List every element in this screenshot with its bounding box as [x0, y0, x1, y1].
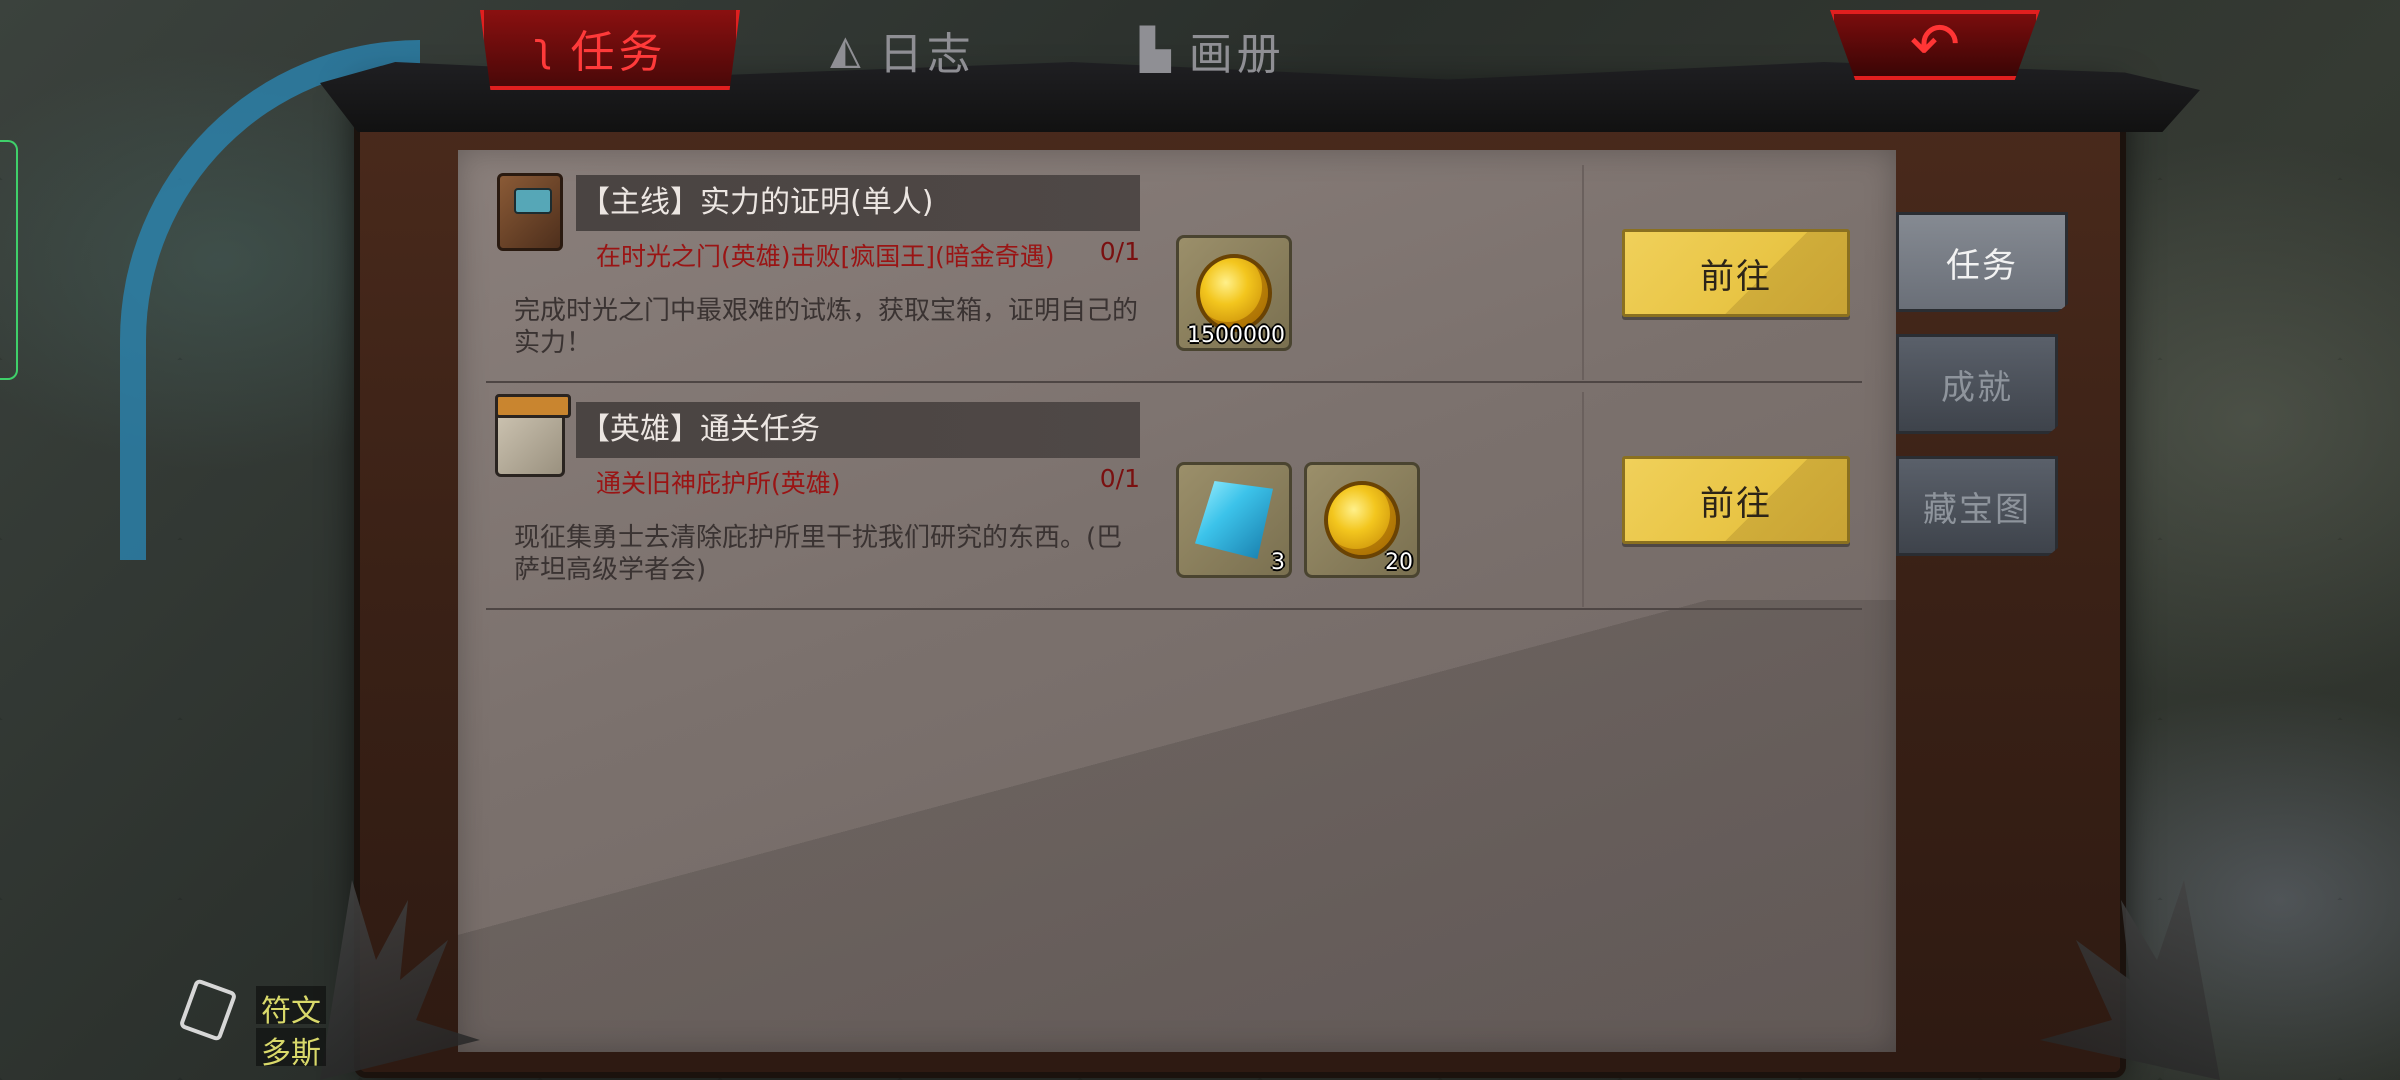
- quest-goal-text: 在时光之门(英雄)击败[疯国王](暗金奇遇): [596, 242, 1055, 271]
- tab-quests[interactable]: ʅ 任务: [480, 10, 740, 90]
- reward-list: 1500000: [1176, 235, 1292, 351]
- rune-label: 符文: [256, 986, 326, 1029]
- rune-widget[interactable]: 符文 多斯: [178, 978, 326, 1074]
- quest-row: 【主线】实力的证明(单人) 在时光之门(英雄)击败[疯国王](暗金奇遇) 0/1…: [486, 165, 1862, 383]
- reward-gold-coin[interactable]: 20: [1304, 462, 1420, 578]
- quest-goal: 在时光之门(英雄)击败[疯国王](暗金奇遇) 0/1: [596, 237, 1140, 273]
- row-divider: [486, 381, 1862, 383]
- reward-list: 3 20: [1176, 462, 1420, 578]
- book-icon: [488, 167, 572, 257]
- reward-blue-gem[interactable]: 3: [1176, 462, 1292, 578]
- blue-gem-icon: [1195, 481, 1273, 559]
- reward-gold-coin[interactable]: 1500000: [1176, 235, 1292, 351]
- rune-icon: [178, 978, 238, 1042]
- quest-progress: 0/1: [1099, 237, 1140, 266]
- album-icon: ▙: [1140, 27, 1175, 73]
- side-tab-treasure-map[interactable]: 藏宝图: [1896, 456, 2058, 556]
- quest-row: 【英雄】通关任务 通关旧神庇护所(英雄) 0/1 现征集勇士去清除庇护所里干扰我…: [486, 392, 1862, 610]
- back-button[interactable]: ↶: [1830, 10, 2040, 80]
- left-edge-glow: [0, 140, 18, 380]
- side-tab-achievements[interactable]: 成就: [1896, 334, 2058, 434]
- calendar-icon: [488, 394, 572, 484]
- rune-sublabel: 多斯: [256, 1028, 326, 1071]
- tab-album[interactable]: ▙ 画册: [1140, 10, 1285, 90]
- tab-journal[interactable]: ◭ 日志: [830, 10, 975, 90]
- reward-count: 3: [1271, 550, 1285, 575]
- top-tab-bar: ʅ 任务 ◭ 日志 ▙ 画册: [470, 0, 1370, 96]
- quest-description: 现征集勇士去清除庇护所里干扰我们研究的东西。(巴萨坦高级学者会): [514, 523, 1123, 585]
- go-button[interactable]: 前往: [1622, 229, 1850, 317]
- quest-description: 完成时光之门中最艰难的试炼，获取宝箱，证明自己的实力！: [514, 296, 1139, 358]
- go-button[interactable]: 前往: [1622, 456, 1850, 544]
- quest-title: 【英雄】通关任务: [576, 402, 1140, 458]
- panel-shade: [458, 600, 1896, 1052]
- tab-label: 日志: [878, 29, 975, 80]
- tab-label: 任务: [570, 27, 667, 78]
- quest-progress: 0/1: [1099, 464, 1140, 493]
- tab-label: 画册: [1188, 29, 1285, 80]
- row-divider-vertical: [1582, 165, 1584, 380]
- row-divider-vertical: [1582, 392, 1584, 607]
- quest-goal: 通关旧神庇护所(英雄) 0/1: [596, 464, 1140, 500]
- scroll-icon: ʅ: [534, 25, 557, 71]
- back-arrow-icon: ↶: [1909, 10, 1961, 80]
- horn-icon: ◭: [830, 27, 865, 73]
- quest-goal-text: 通关旧神庇护所(英雄): [596, 469, 841, 498]
- gold-coin-icon: [1324, 481, 1400, 559]
- reward-count: 20: [1385, 550, 1413, 575]
- row-divider: [486, 608, 1862, 610]
- reward-count: 1500000: [1187, 323, 1285, 348]
- gold-coin-icon: [1196, 254, 1272, 332]
- side-tab-quests[interactable]: 任务: [1896, 212, 2068, 312]
- quest-title: 【主线】实力的证明(单人): [576, 175, 1140, 231]
